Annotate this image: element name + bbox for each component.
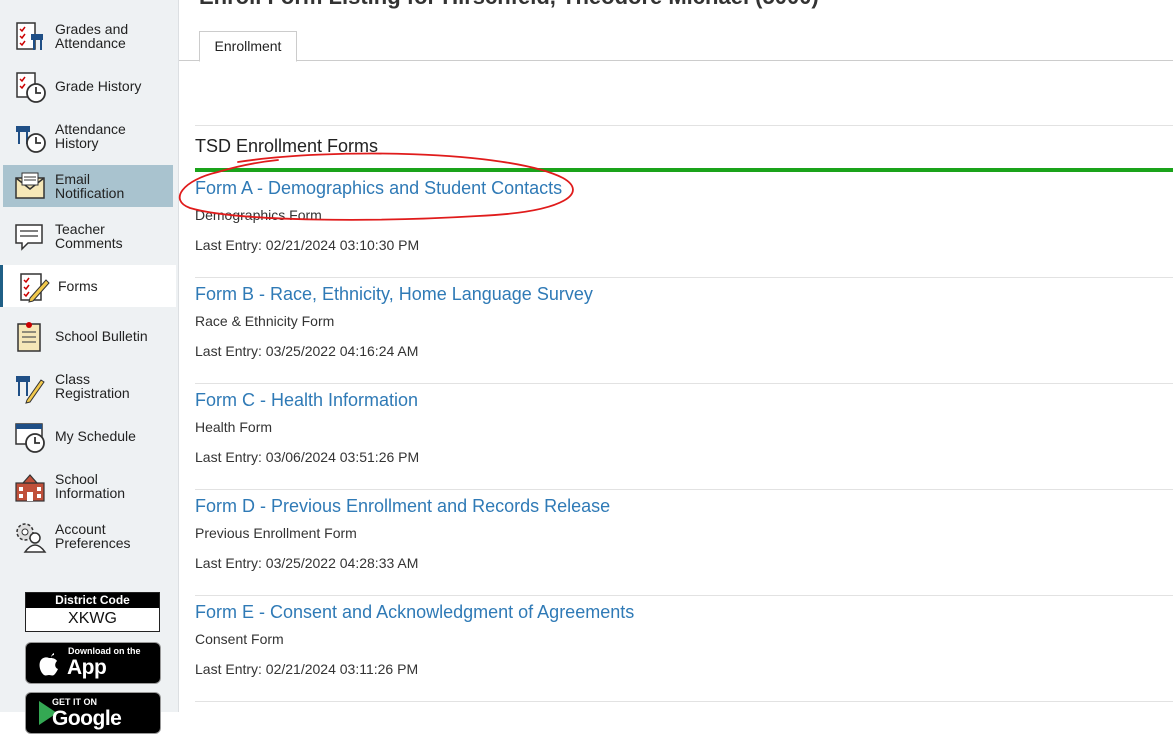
google-play-small-text: GET IT ON [52, 697, 97, 707]
school-bulletin-icon [13, 320, 47, 354]
app-store-big-text: App Store [67, 656, 119, 683]
google-play-big-text: Google Play [52, 707, 122, 733]
sidebar-item-label: Forms [58, 278, 98, 294]
grade-history-icon [13, 70, 47, 104]
sidebar-item-grade-history[interactable]: Grade History [3, 65, 173, 107]
sidebar-item-label: Attendance History [55, 121, 126, 151]
form-description: Race & Ethnicity Form [195, 313, 335, 329]
form-d-link[interactable]: Form D - Previous Enrollment and Records… [195, 496, 610, 517]
form-last-entry: Last Entry: 02/21/2024 03:10:30 PM [195, 237, 420, 253]
email-notification-icon [13, 170, 47, 204]
sidebar-item-label: Grade History [55, 78, 142, 94]
district-code-box: District Code XKWG [25, 592, 160, 632]
sidebar-item-school-bulletin[interactable]: School Bulletin [3, 315, 173, 357]
sidebar-item-label: Grades and Attendance [55, 21, 129, 51]
apple-icon [36, 649, 62, 682]
sidebar-item-label: Class Registration [55, 371, 130, 401]
my-schedule-icon [13, 420, 47, 454]
form-last-entry: Last Entry: 03/06/2024 03:51:26 PM [195, 449, 420, 465]
district-code-label: District Code [26, 593, 159, 608]
list-item: Form B - Race, Ethnicity, Home Language … [195, 277, 1173, 384]
app-store-badge[interactable]: Download on the App Store [25, 642, 161, 684]
sidebar-item-forms[interactable]: Forms [0, 265, 176, 307]
sidebar-item-attendance-history[interactable]: Attendance History [3, 115, 173, 157]
list-item: Form E - Consent and Acknowledgment of A… [195, 595, 1173, 702]
page-title: Enroll Form Listing for Hirschfeld, Theo… [199, 0, 819, 10]
form-e-link[interactable]: Form E - Consent and Acknowledgment of A… [195, 602, 634, 623]
school-information-icon [13, 470, 47, 504]
list-item: Form C - Health Information Health Form … [195, 383, 1173, 490]
sidebar-item-label: Teacher Comments [55, 221, 123, 251]
class-registration-icon [13, 370, 47, 404]
form-last-entry: Last Entry: 03/25/2022 04:28:33 AM [195, 555, 419, 571]
main-content: Enroll Form Listing for Hirschfeld, Theo… [179, 0, 1173, 712]
forms-icon [16, 270, 50, 304]
google-play-badge[interactable]: GET IT ON Google Play [25, 692, 161, 734]
teacher-comments-icon [13, 220, 47, 254]
sidebar-item-label: School Information [55, 471, 126, 501]
sidebar-item-class-registration[interactable]: Class Registration [3, 365, 173, 407]
form-description: Previous Enrollment Form [195, 525, 357, 541]
form-last-entry: Last Entry: 03/25/2022 04:16:24 AM [195, 343, 419, 359]
district-code-value: XKWG [68, 610, 117, 627]
sidebar-item-label: My Schedule [55, 428, 136, 444]
annotation-circle [178, 152, 574, 221]
app-store-small-text: Download on the [68, 646, 141, 656]
form-b-link[interactable]: Form B - Race, Ethnicity, Home Language … [195, 284, 593, 305]
sidebar-item-label: School Bulletin [55, 328, 148, 344]
sidebar-item-school-information[interactable]: School Information [3, 465, 173, 507]
tab-enrollment[interactable]: Enrollment [199, 31, 297, 62]
sidebar: Grades and Attendance Grade History Atte… [0, 0, 179, 734]
form-c-link[interactable]: Form C - Health Information [195, 390, 418, 411]
grades-attendance-icon [13, 20, 47, 54]
form-last-entry: Last Entry: 02/21/2024 03:11:26 PM [195, 661, 419, 677]
sidebar-item-email-notification[interactable]: Email Notification [3, 165, 173, 207]
sidebar-item-teacher-comments[interactable]: Teacher Comments [3, 215, 173, 257]
sidebar-item-account-preferences[interactable]: Account Preferences [3, 515, 173, 557]
account-preferences-icon [13, 520, 47, 554]
list-item: Form D - Previous Enrollment and Records… [195, 489, 1173, 596]
form-description: Consent Form [195, 631, 284, 647]
sidebar-item-grades-attendance[interactable]: Grades and Attendance [3, 15, 173, 57]
sidebar-item-my-schedule[interactable]: My Schedule [3, 415, 173, 457]
attendance-history-icon [13, 120, 47, 154]
form-description: Health Form [195, 419, 273, 435]
sidebar-item-label: Account Preferences [55, 521, 131, 551]
tab-bar [179, 60, 1173, 61]
sidebar-item-label: Email Notification [55, 171, 125, 201]
